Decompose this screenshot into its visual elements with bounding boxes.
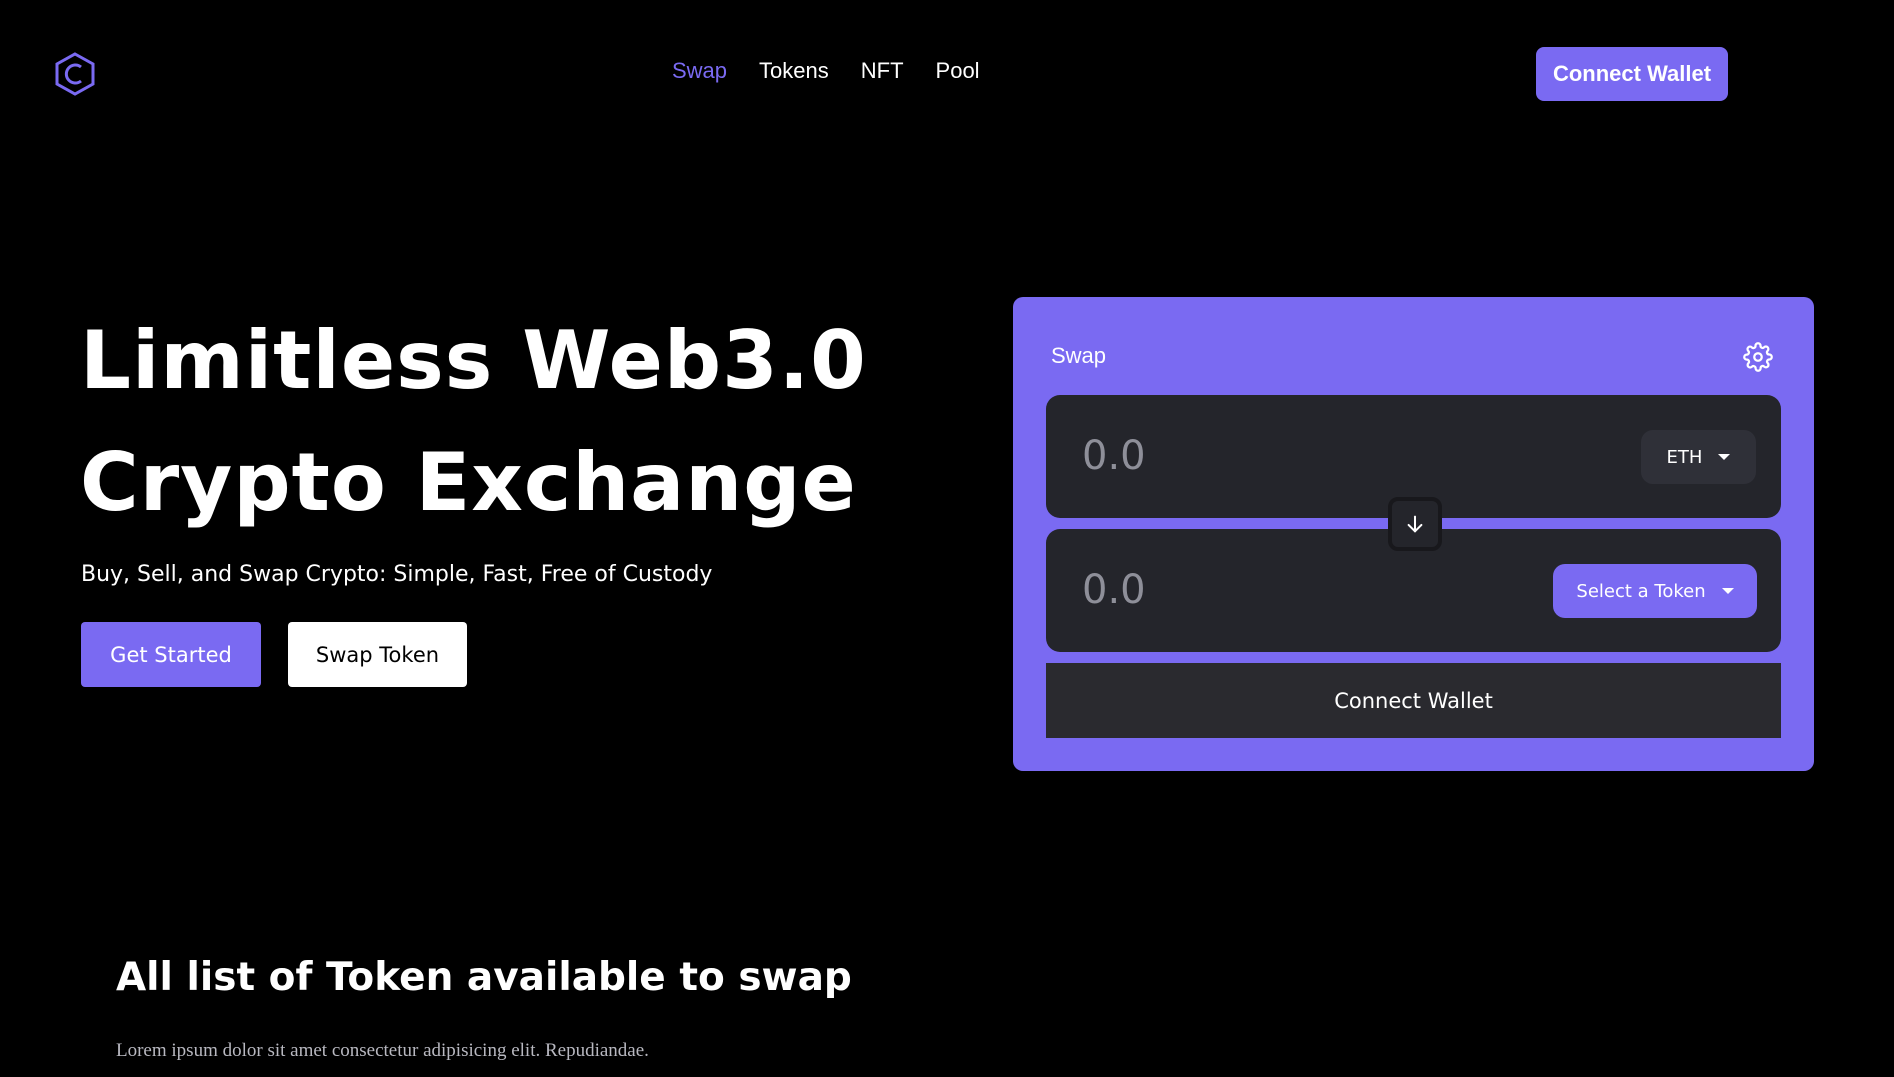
from-amount-input[interactable] — [1080, 425, 1484, 487]
hero-title-line-1: Limitless Web3.0 — [80, 314, 867, 407]
caret-down-icon — [1721, 588, 1734, 594]
nav-swap[interactable]: Swap — [672, 58, 727, 84]
hero-title: Limitless Web3.0 Crypto Exchange — [80, 300, 867, 544]
hexagon-c-logo-icon[interactable] — [54, 52, 96, 96]
gear-icon[interactable] — [1743, 342, 1773, 372]
to-token-label: Select a Token — [1576, 580, 1706, 602]
swap-connect-wallet-button[interactable]: Connect Wallet — [1046, 663, 1781, 738]
connect-wallet-button[interactable]: Connect Wallet — [1536, 47, 1728, 101]
from-token-select[interactable]: ETH — [1641, 430, 1756, 484]
caret-down-icon — [1718, 454, 1731, 460]
switch-tokens-button[interactable] — [1388, 497, 1442, 551]
nav-pool[interactable]: Pool — [936, 58, 980, 84]
nav-tokens[interactable]: Tokens — [759, 58, 829, 84]
nav-nft[interactable]: NFT — [861, 58, 904, 84]
to-amount-input[interactable] — [1080, 559, 1484, 621]
swap-card-title: Swap — [1051, 343, 1107, 368]
arrow-down-icon — [1407, 515, 1423, 533]
hero-title-line-2: Crypto Exchange — [80, 436, 857, 529]
main-nav: Swap Tokens NFT Pool — [672, 58, 980, 84]
from-token-label: ETH — [1666, 446, 1703, 468]
swap-token-button[interactable]: Swap Token — [288, 622, 467, 687]
page: Swap Tokens NFT Pool Connect Wallet Limi… — [0, 0, 1894, 1077]
to-token-select[interactable]: Select a Token — [1553, 564, 1757, 618]
token-list-heading: All list of Token available to swap — [116, 955, 852, 1000]
get-started-button[interactable]: Get Started — [81, 622, 261, 687]
swap-card: Swap ETH Select a Token — [1013, 297, 1814, 771]
token-list-description: Lorem ipsum dolor sit amet consectetur a… — [116, 1040, 649, 1061]
hero-subtitle: Buy, Sell, and Swap Crypto: Simple, Fast… — [81, 562, 713, 587]
